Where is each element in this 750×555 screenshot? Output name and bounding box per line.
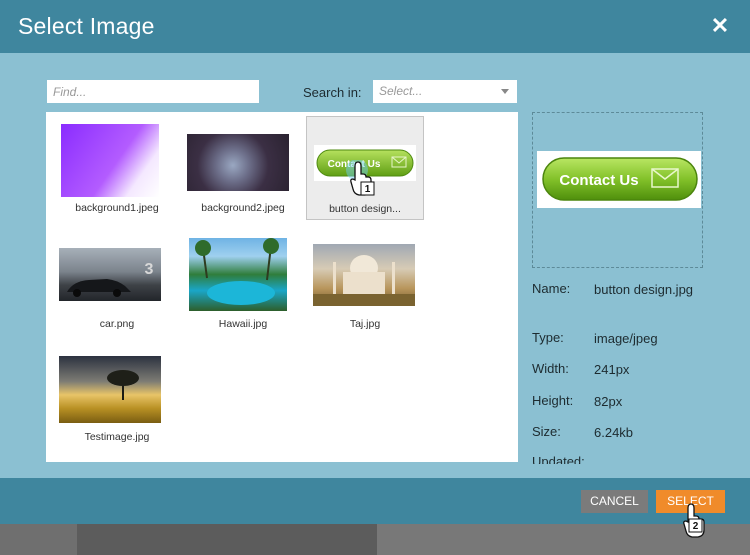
cancel-button[interactable]: CANCEL <box>581 490 648 513</box>
info-name-label: Name: <box>532 281 571 296</box>
search-in-dropdown[interactable]: Select... <box>373 80 517 103</box>
dialog-titlebar: Select Image ✕ <box>0 0 750 53</box>
hand-cursor-icon: 2 <box>678 502 708 538</box>
image-tile-name: background2.jpeg <box>201 202 285 214</box>
svg-text:1: 1 <box>365 184 371 195</box>
image-tile-testimage[interactable]: Testimage.jpg <box>58 354 176 458</box>
info-updated-row: Updated: <box>532 454 612 464</box>
image-thumbnail <box>313 244 415 306</box>
info-height-value: 82px <box>594 394 623 409</box>
close-icon[interactable]: ✕ <box>710 15 730 37</box>
info-name-value: button design.jpg <box>594 282 694 297</box>
select-image-dialog: Select Image ✕ Search in: Select... back… <box>0 0 750 524</box>
image-grid: background1.jpeg background2.jpeg Contac… <box>46 112 518 462</box>
info-size-label: Size: <box>532 424 561 439</box>
info-updated-label: Updated: <box>532 454 585 464</box>
info-type-label: Type: <box>532 330 564 345</box>
svg-text:2: 2 <box>693 521 699 532</box>
image-thumbnail <box>59 356 161 423</box>
image-tile-name: Taj.jpg <box>349 318 381 330</box>
image-tile-background2[interactable]: background2.jpeg <box>184 122 302 226</box>
find-input[interactable] <box>47 80 259 103</box>
image-tile-name: button design... <box>329 203 401 215</box>
image-thumbnail <box>187 134 289 191</box>
image-thumbnail <box>61 124 159 197</box>
image-tile-background1[interactable]: background1.jpeg <box>58 122 176 226</box>
dialog-title: Select Image <box>18 13 155 39</box>
image-tile-name: car.png <box>99 318 135 330</box>
info-width-label: Width: <box>532 361 569 376</box>
hand-cursor-icon: 1 <box>345 159 375 196</box>
search-in-label: Search in: <box>303 85 362 100</box>
image-tile-taj[interactable]: Taj.jpg <box>306 238 424 342</box>
image-tile-hawaii[interactable]: Hawaii.jpg <box>184 238 302 342</box>
search-in-dropdown-value: Select... <box>379 84 423 98</box>
image-thumbnail <box>189 238 287 311</box>
info-height-label: Height: <box>532 393 574 408</box>
svg-text:3: 3 <box>145 261 154 278</box>
svg-text:Contact Us: Contact Us <box>559 172 638 189</box>
image-tile-name: Testimage.jpg <box>84 431 150 443</box>
image-preview: Contact Us <box>532 112 703 268</box>
info-type-value: image/jpeg <box>594 331 658 346</box>
background-strip <box>77 524 377 555</box>
image-tile-name: Hawaii.jpg <box>218 318 268 330</box>
chevron-down-icon <box>501 89 509 94</box>
image-tile-name: background1.jpeg <box>75 202 159 214</box>
info-width-value: 241px <box>594 362 630 377</box>
info-size-value: 6.24kb <box>594 425 634 440</box>
image-thumbnail: 3 <box>59 248 161 301</box>
preview-image: Contact Us <box>537 151 701 208</box>
image-tile-car[interactable]: 3 car.png <box>58 238 176 342</box>
